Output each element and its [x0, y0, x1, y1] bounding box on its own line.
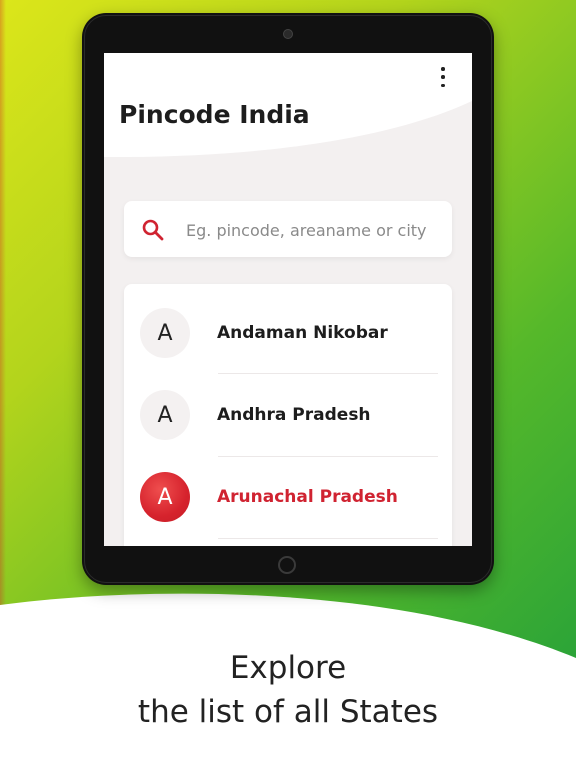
caption-line-1: Explore	[229, 650, 347, 686]
states-list: A Andaman Nikobar A Andhra Pradesh A Aru…	[124, 284, 452, 546]
page-title: Pincode India	[119, 100, 310, 129]
state-avatar: A	[140, 390, 190, 440]
list-item-andhra-pradesh[interactable]: A Andhra Pradesh	[124, 366, 452, 448]
camera-icon	[283, 29, 293, 39]
search-input[interactable]	[184, 215, 448, 245]
list-item-andaman-nikobar[interactable]: A Andaman Nikobar	[124, 284, 452, 366]
caption-line-2: the list of all States	[137, 694, 439, 730]
home-button[interactable]	[278, 556, 296, 574]
state-name: Andhra Pradesh	[217, 405, 371, 425]
state-avatar: A	[140, 308, 190, 358]
tablet-frame: Pincode India A Andaman Nikobar A Andhra…	[82, 13, 494, 585]
search-bar[interactable]	[124, 201, 452, 257]
list-divider	[218, 538, 438, 539]
overflow-menu-icon[interactable]	[438, 67, 448, 87]
state-avatar-selected: A	[140, 472, 190, 522]
state-name: Andaman Nikobar	[217, 323, 388, 343]
state-name-selected: Arunachal Pradesh	[217, 487, 398, 507]
app-screen: Pincode India A Andaman Nikobar A Andhra…	[104, 53, 472, 546]
search-icon	[142, 219, 164, 241]
app-header: Pincode India	[104, 53, 472, 163]
list-item-arunachal-pradesh[interactable]: A Arunachal Pradesh	[124, 448, 452, 530]
promo-caption: Explore the list of all States	[0, 646, 576, 734]
